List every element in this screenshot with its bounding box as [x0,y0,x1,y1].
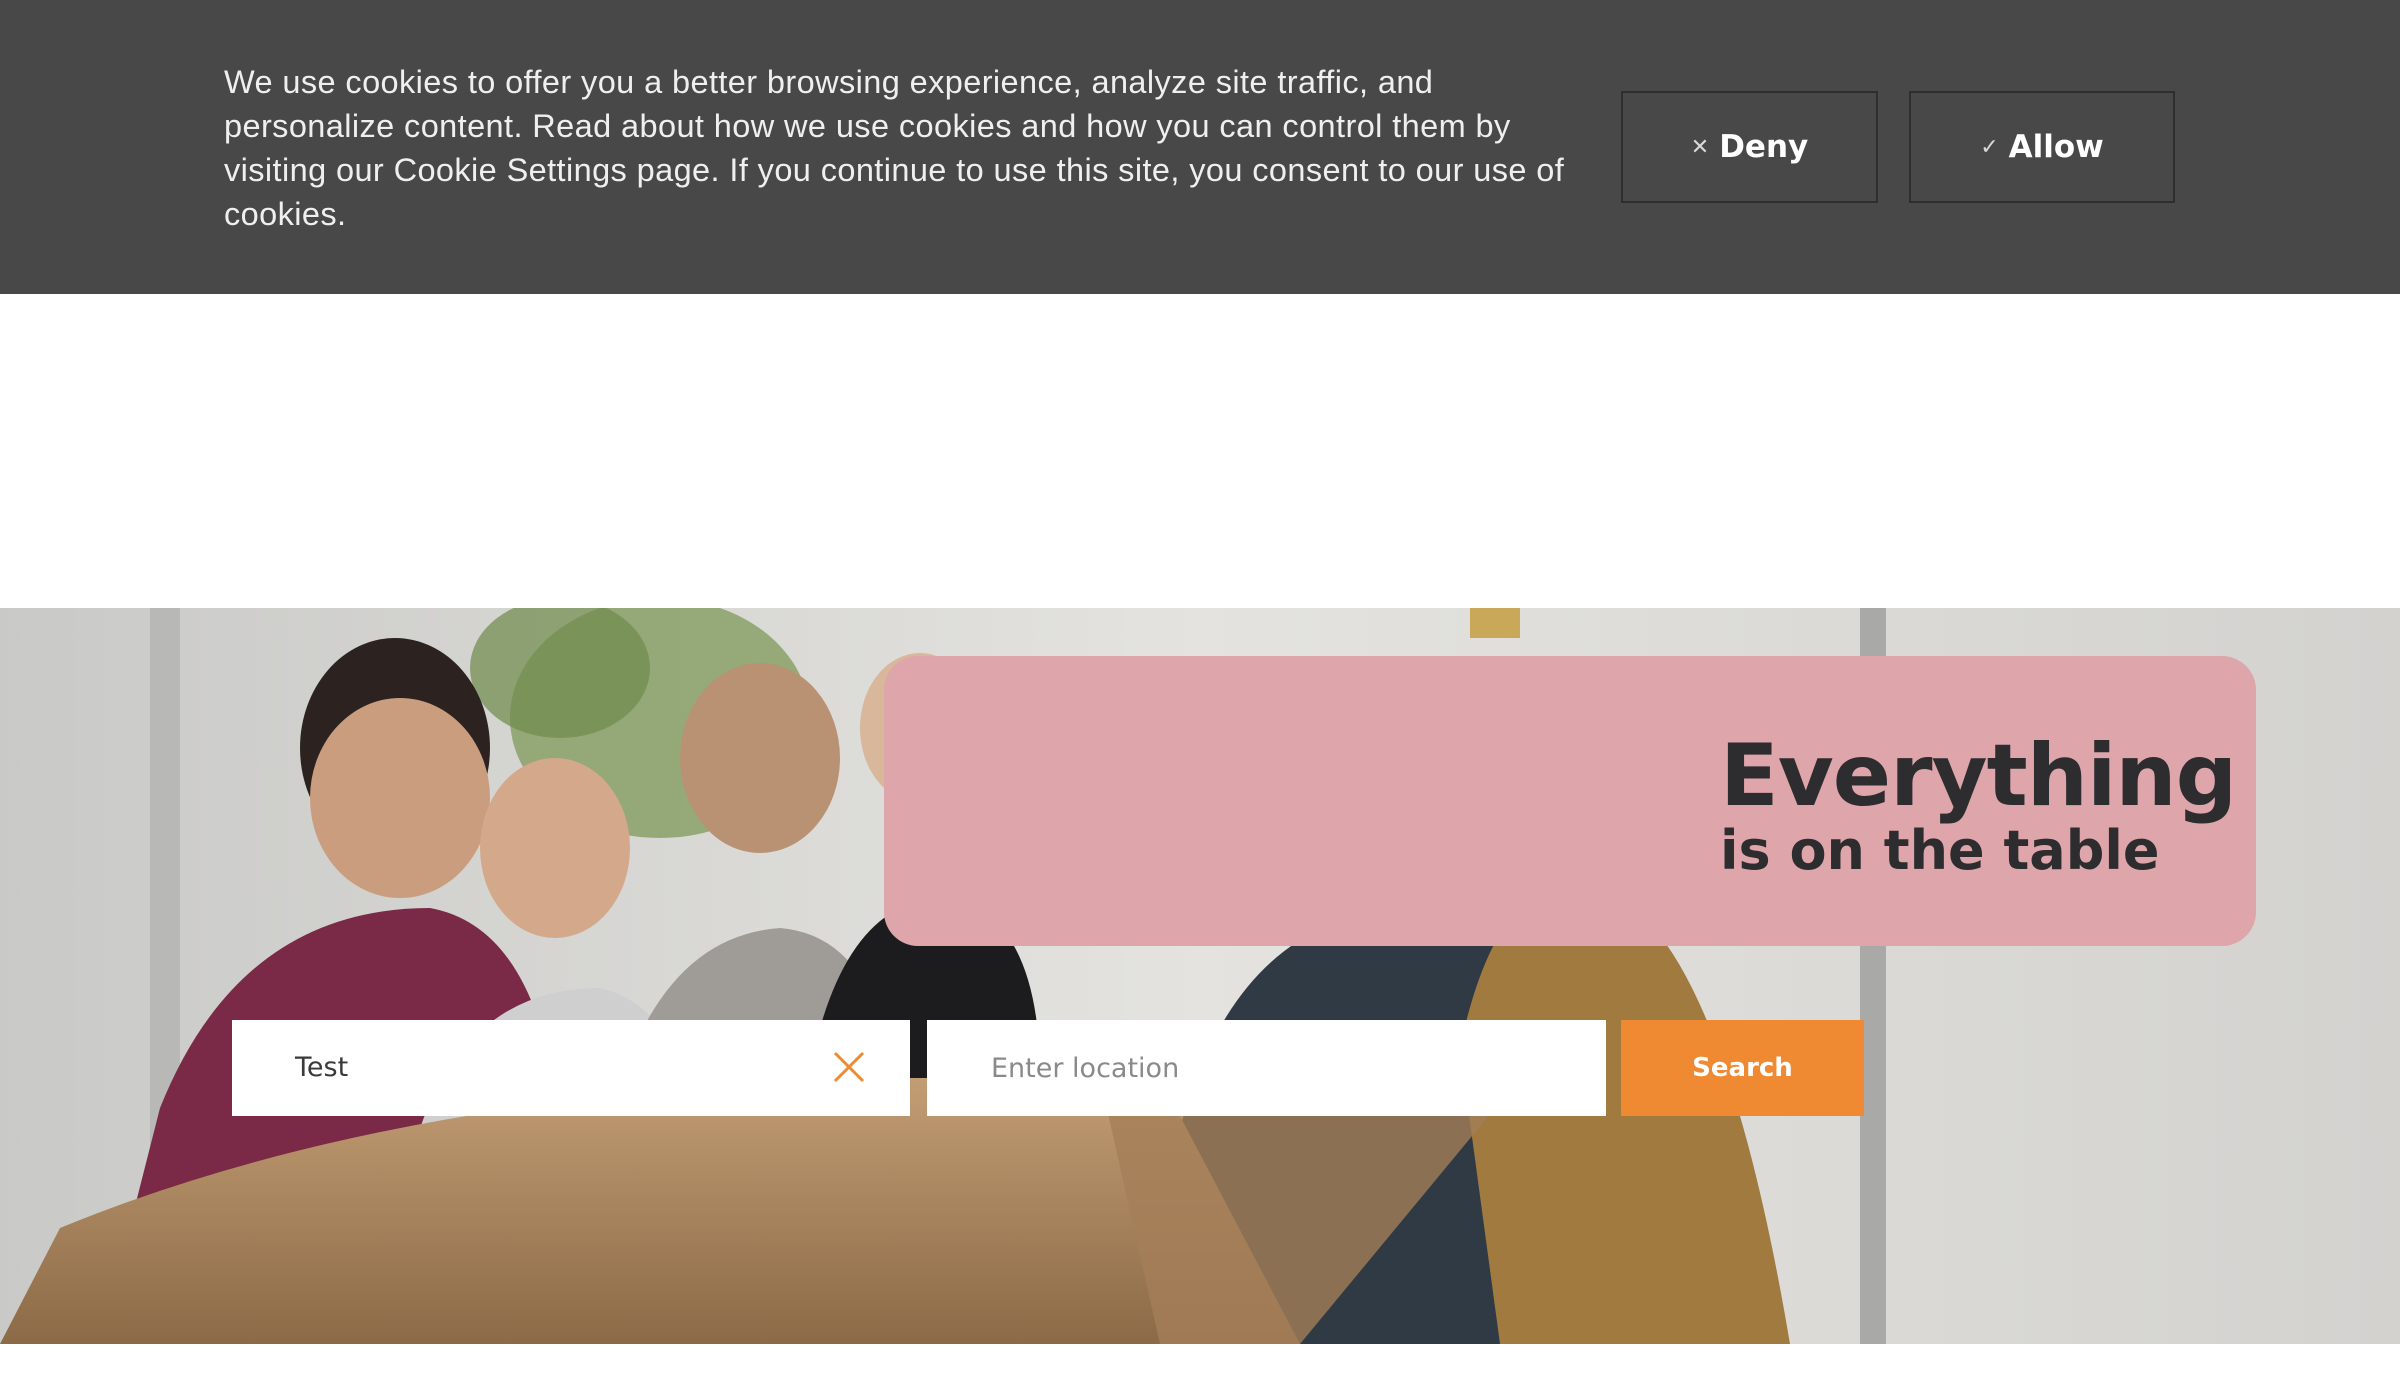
allow-button[interactable]: ✓ Allow [1909,91,2175,203]
cookie-banner: We use cookies to offer you a better bro… [0,0,2400,294]
cookie-message: We use cookies to offer you a better bro… [224,64,1565,232]
close-icon: ✕ [1690,134,1710,160]
close-icon[interactable] [832,1050,866,1084]
location-input[interactable] [991,1020,1571,1116]
job-search-field[interactable]: Test [232,1020,910,1116]
hero-banner: Everything is on the table Test Search [0,608,2400,1344]
deny-button[interactable]: ✕ Deny [1621,91,1878,203]
location-field[interactable] [927,1020,1606,1116]
hero-subheadline: is on the table [1720,819,2160,882]
deny-label: Deny [1719,129,1809,165]
page: We use cookies to offer you a better bro… [0,0,2400,1374]
allow-label: Allow [2008,129,2104,165]
hero-headline: Everything [1720,726,2237,826]
check-icon: ✓ [1980,134,1999,160]
job-search-value[interactable]: Test [295,1020,348,1116]
search-button[interactable]: Search [1621,1020,1864,1116]
